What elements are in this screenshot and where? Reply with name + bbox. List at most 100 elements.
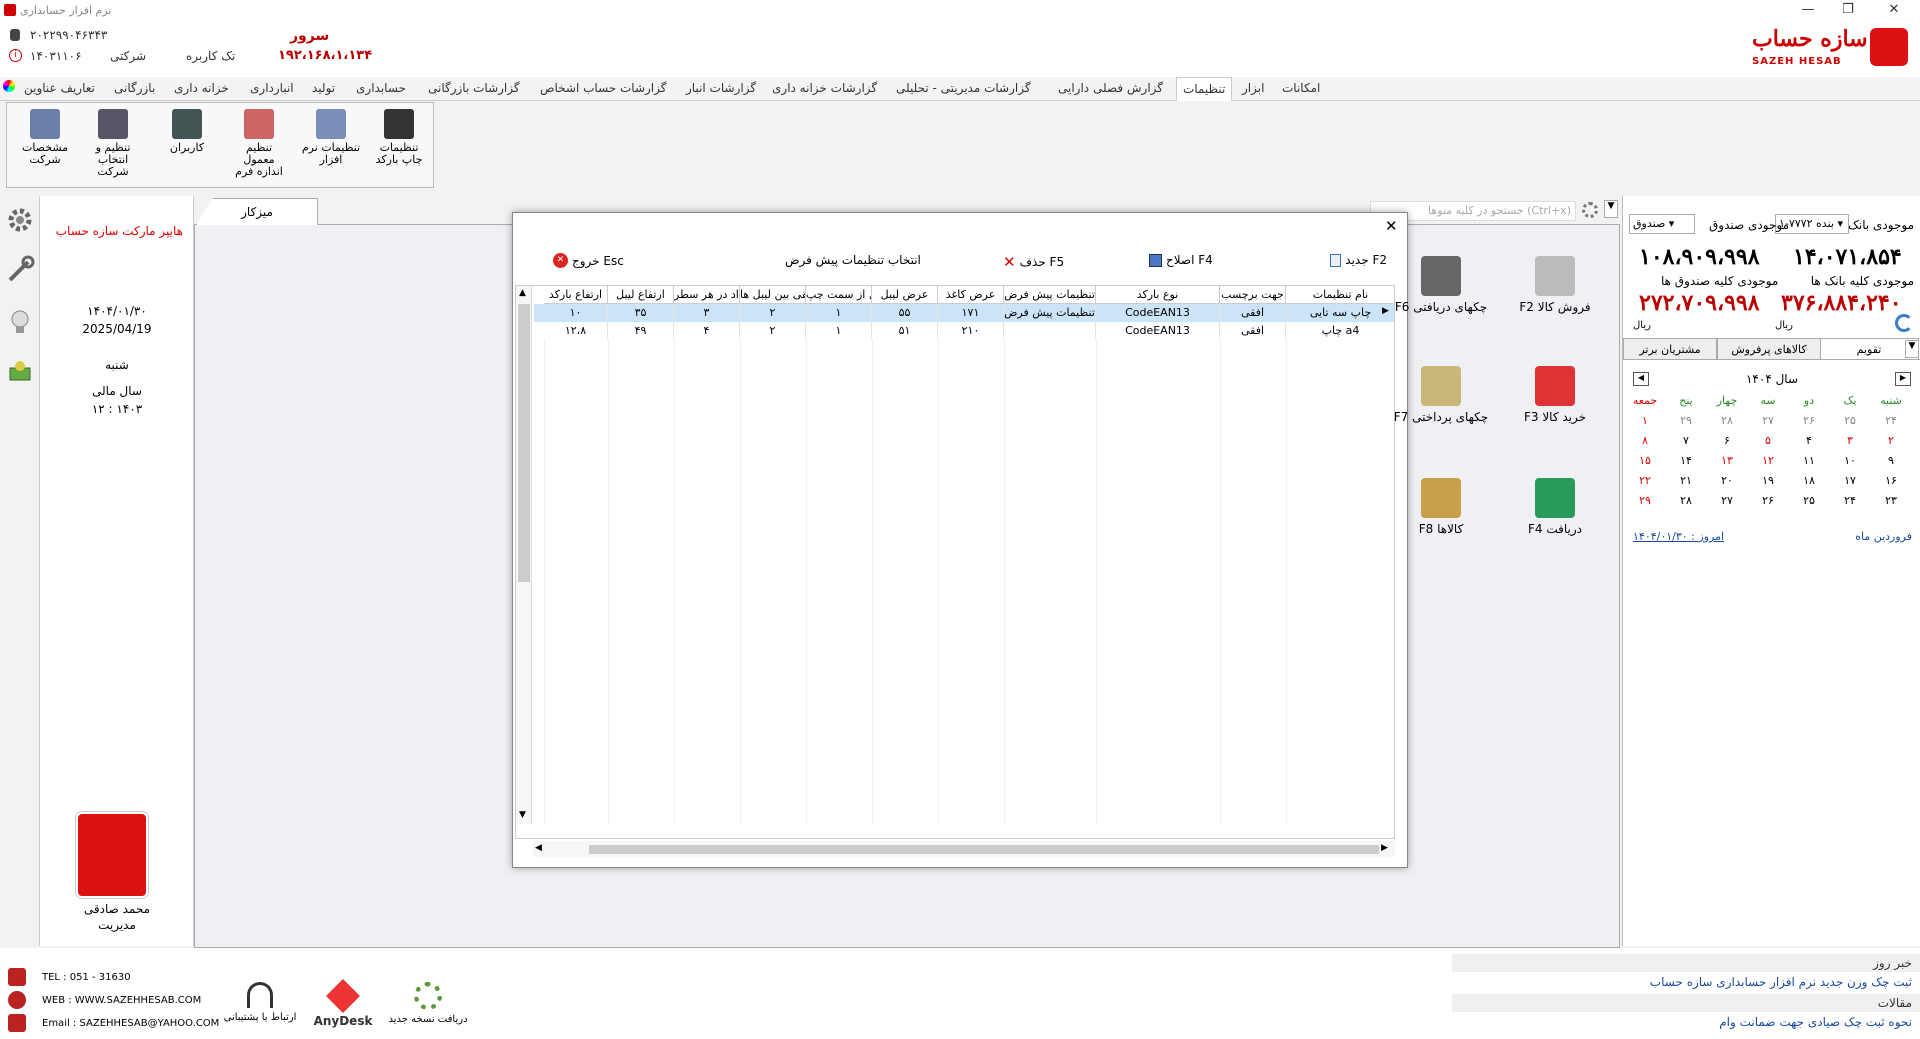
calendar-day[interactable]: ۲۲ xyxy=(1625,474,1665,487)
calendar-day[interactable]: ۳ xyxy=(1830,434,1870,447)
calendar-day[interactable]: ۱۳ xyxy=(1707,454,1747,467)
calendar-day[interactable]: ۲۹ xyxy=(1666,414,1706,427)
scroll-down-icon[interactable]: ▼ xyxy=(519,810,526,820)
ribbon-button-3[interactable]: کاربران xyxy=(157,109,217,154)
palette-icon[interactable] xyxy=(3,80,15,92)
menu-tab-2[interactable]: تنظیمات xyxy=(1176,77,1233,101)
calendar-day[interactable]: ۱۸ xyxy=(1789,474,1829,487)
calendar-day[interactable]: ۷ xyxy=(1666,434,1706,447)
calendar-day[interactable]: ۴ xyxy=(1789,434,1829,447)
calendar-day[interactable]: ۱۵ xyxy=(1625,454,1665,467)
column-header-3[interactable]: تنظیمات پیش فرض xyxy=(1004,286,1096,304)
calendar-today-link[interactable]: امروز : ۱۴۰۴/۰۱/۳۰ xyxy=(1633,530,1724,543)
calendar-day[interactable]: ۲۵ xyxy=(1830,414,1870,427)
calendar-day[interactable]: ۲۶ xyxy=(1789,414,1829,427)
calendar-day[interactable]: ۲۳ xyxy=(1871,494,1911,507)
menu-tab-14[interactable]: تعاریف عناوین xyxy=(24,81,95,95)
column-header-2[interactable]: نوع بارکد xyxy=(1096,286,1220,304)
fund-select[interactable]: صندوق ▾ xyxy=(1629,214,1695,234)
column-header-4[interactable]: عرض کاغذ xyxy=(938,286,1004,304)
calendar-day[interactable]: ۶ xyxy=(1707,434,1747,447)
minimize-button[interactable]: — xyxy=(1788,2,1828,17)
chevron-down-icon[interactable]: ▼ xyxy=(1604,200,1618,218)
gear-icon[interactable] xyxy=(4,204,36,244)
calendar-day[interactable]: ۲ xyxy=(1871,434,1911,447)
table-row[interactable]: چاپ a4 افقی CodeEAN13 ۲۱۰ ۵۱ ۱ ۲ ۴ ۴۹ ۱۲،۸ xyxy=(534,322,1394,340)
calendar-day[interactable]: ۲۰ xyxy=(1707,474,1747,487)
calendar-day[interactable]: ۱۲ xyxy=(1748,454,1788,467)
shortcut-2[interactable]: F3 خرید کالا xyxy=(1490,366,1620,424)
menu-tab-7[interactable]: گزارشات حساب اشخاص xyxy=(540,81,666,95)
hscroll-thumb[interactable] xyxy=(589,845,1379,854)
exit-button[interactable]: ✕ خروج Esc xyxy=(553,253,624,268)
shortcut-1[interactable]: F6 چکهای دریافتی xyxy=(1376,256,1506,314)
news-item[interactable]: ثبت چک وزن جدید نرم افزار حسابداری سازه … xyxy=(1452,972,1920,992)
footer-email[interactable]: Email : SAZEHHESAB@YAHOO.COM xyxy=(42,1018,219,1029)
refresh-icon[interactable] xyxy=(1895,314,1913,332)
calendar-day[interactable]: ۱۴ xyxy=(1666,454,1706,467)
calendar-day[interactable]: ۱۰ xyxy=(1830,454,1870,467)
calendar-day[interactable]: ۱ xyxy=(1625,414,1665,427)
shortcut-5[interactable]: F8 کالاها xyxy=(1376,478,1506,536)
menu-tab-3[interactable]: گزارش فصلی دارایی xyxy=(1058,81,1163,95)
menu-tab-5[interactable]: گزارشات خزانه داری xyxy=(772,81,877,95)
table-row[interactable]: چاپ سه تایی افقی CodeEAN13 تنظیمات پیش فرض ۱… xyxy=(534,304,1394,322)
menu-tab-13[interactable]: بازرگانی xyxy=(114,81,155,95)
grid-vscroll[interactable]: ▲ ▼ xyxy=(516,286,532,824)
grid-hscroll[interactable]: ◀ ▶ xyxy=(533,841,1395,857)
menu-tab-9[interactable]: حسابداری xyxy=(356,81,406,95)
maximize-button[interactable]: ❐ xyxy=(1828,2,1868,17)
column-header-10[interactable]: ارتفاع بارکد xyxy=(544,286,608,304)
ribbon-button-4[interactable]: تنظیم و انتخاب شرکت xyxy=(83,109,143,178)
calendar-day[interactable]: ۲۸ xyxy=(1707,414,1747,427)
anydesk-button[interactable]: AnyDesk xyxy=(310,979,376,1028)
calendar-day[interactable]: ۲۵ xyxy=(1789,494,1829,507)
close-button[interactable]: ✕ xyxy=(1874,2,1914,17)
column-header-5[interactable]: عرض لیبل xyxy=(872,286,938,304)
lightbulb-icon[interactable] xyxy=(4,306,36,346)
right-tab-1[interactable]: کالاهای پرفروش xyxy=(1717,338,1821,360)
calendar-day[interactable]: ۲۴ xyxy=(1830,494,1870,507)
calendar-day[interactable]: ۸ xyxy=(1625,434,1665,447)
calendar-day[interactable]: ۱۹ xyxy=(1748,474,1788,487)
scroll-right-icon[interactable]: ▶ xyxy=(1381,843,1388,853)
calendar-day[interactable]: ۲۴ xyxy=(1871,414,1911,427)
calendar-day[interactable]: ۵ xyxy=(1748,434,1788,447)
calendar-day[interactable]: ۹ xyxy=(1871,454,1911,467)
menu-tab-11[interactable]: انبارداری xyxy=(250,81,294,95)
shortcut-4[interactable]: F4 دریافت xyxy=(1490,478,1620,536)
menu-tab-8[interactable]: گزارشات بازرگانی xyxy=(428,81,520,95)
calendar-day[interactable]: ۲۷ xyxy=(1707,494,1747,507)
calendar-day[interactable]: ۲۸ xyxy=(1666,494,1706,507)
menu-tab-12[interactable]: خزانه داری xyxy=(174,81,229,95)
article-item[interactable]: نحوه ثبت چک صیادی جهت ضمانت وام xyxy=(1452,1012,1920,1032)
tabs-dropdown[interactable]: ▼ xyxy=(1905,340,1919,358)
calendar-day[interactable]: ۱۶ xyxy=(1871,474,1911,487)
menu-tab-6[interactable]: گزارشات انبار xyxy=(686,81,756,95)
calendar-day[interactable]: ۱۷ xyxy=(1830,474,1870,487)
scroll-thumb[interactable] xyxy=(518,304,530,582)
settings-gear-icon[interactable] xyxy=(1582,202,1598,218)
menu-tab-10[interactable]: تولید xyxy=(312,81,335,95)
calendar-day[interactable]: ۱۱ xyxy=(1789,454,1829,467)
wrench-icon[interactable] xyxy=(4,254,36,294)
calendar-next-icon[interactable]: ▶ xyxy=(1895,372,1911,386)
calendar-day[interactable]: ۲۶ xyxy=(1748,494,1788,507)
select-default-button[interactable]: انتخاب تنظیمات پیش فرض xyxy=(785,253,921,267)
menu-tab-4[interactable]: گزارشات مدیریتی - تحلیلی xyxy=(896,81,1031,95)
scroll-left-icon[interactable]: ◀ xyxy=(535,843,542,853)
shortcut-0[interactable]: F2 فروش کالا xyxy=(1490,256,1620,314)
delete-button[interactable]: ✕ حذف F5 xyxy=(1003,253,1064,271)
support-button[interactable]: ارتباط با پشتیبانی xyxy=(222,982,298,1023)
money-icon[interactable] xyxy=(4,356,36,396)
column-header-9[interactable]: ارتفاع لیبل xyxy=(608,286,674,304)
right-tab-0[interactable]: تقویم xyxy=(1819,338,1919,360)
ribbon-button-1[interactable]: تنظیمات نرم افزار xyxy=(301,109,361,166)
menu-tab-1[interactable]: ابزار xyxy=(1242,81,1264,95)
ribbon-button-2[interactable]: تنظیم معمول اندازه فرم xyxy=(229,109,289,178)
tab-desktop[interactable]: میزکار xyxy=(196,198,318,225)
dialog-close-button[interactable]: ✕ xyxy=(1385,217,1398,235)
calendar-day[interactable]: ۲۱ xyxy=(1666,474,1706,487)
ribbon-button-5[interactable]: مشخصات شرکت xyxy=(15,109,75,166)
ribbon-button-0[interactable]: تنظیمات چاپ بارکد xyxy=(369,109,429,166)
